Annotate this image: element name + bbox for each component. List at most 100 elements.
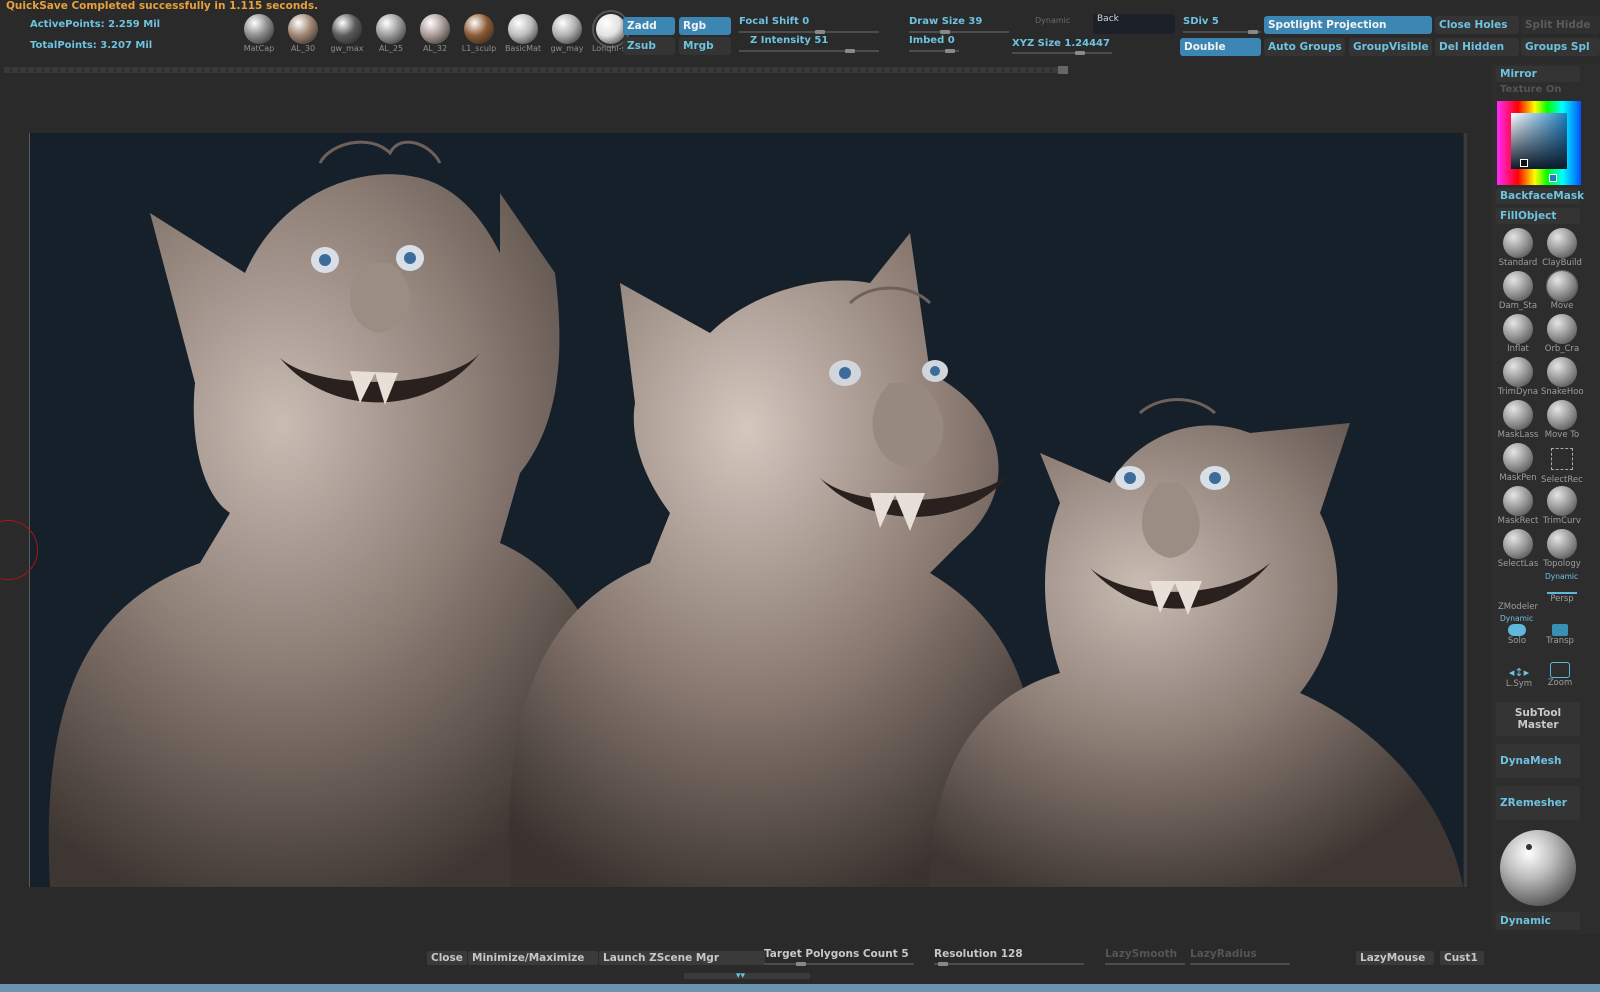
xyz-size-value[interactable]: XYZ Size 1.24447 <box>1012 38 1110 49</box>
material-0[interactable]: MatCap <box>238 14 280 53</box>
subtool-master-button[interactable]: SubTool Master <box>1496 702 1580 736</box>
material-4[interactable]: AL_32 <box>414 14 456 53</box>
material-sphere-icon <box>464 14 494 44</box>
brush-move[interactable]: Move <box>1540 270 1584 314</box>
brush-snakehoo[interactable]: SnakeHoo <box>1540 357 1584 400</box>
brush-orb-cra[interactable]: Orb_Cra <box>1540 314 1584 357</box>
focal-shift-knob[interactable] <box>815 30 825 34</box>
brush-topology[interactable]: Topology <box>1540 529 1584 572</box>
zoom-button[interactable]: Zoom <box>1542 662 1578 692</box>
brush-icon <box>1547 486 1577 516</box>
zadd-button[interactable]: Zadd <box>623 17 675 35</box>
z-intensity-track[interactable] <box>739 50 879 52</box>
lazy-smooth-track[interactable] <box>1105 963 1185 965</box>
target-polygons-slider[interactable]: Target Polygons Count 5 <box>764 948 909 960</box>
back-color-swatch[interactable]: Back <box>1093 14 1175 34</box>
brush-maskpen[interactable]: MaskPen <box>1496 443 1540 486</box>
brush-icon <box>1547 228 1577 258</box>
z-intensity-slider[interactable]: Z Intensity 51 <box>750 35 828 46</box>
resolution-slider[interactable]: Resolution 128 <box>934 948 1023 960</box>
mrgb-button[interactable]: Mrgb <box>679 37 731 55</box>
brush-zmodeler[interactable]: ZModeler <box>1496 572 1540 615</box>
bottom-edge-bar <box>0 984 1600 992</box>
sdiv-slider[interactable]: SDiv 5 <box>1183 16 1219 27</box>
material-label: AL_30 <box>290 44 316 53</box>
brush-standard[interactable]: Standard <box>1496 228 1540 271</box>
del-hidden-button[interactable]: Del Hidden <box>1435 38 1519 56</box>
minimize-maximize-button[interactable]: Minimize/Maximize <box>468 951 598 965</box>
z-intensity-knob[interactable] <box>845 49 855 53</box>
brush-icon <box>1503 314 1533 344</box>
dynamic-size-toggle[interactable]: Dynamic <box>1035 16 1070 25</box>
lazy-radius-track[interactable] <box>1190 963 1290 965</box>
brush-move-to[interactable]: Move To <box>1540 400 1584 443</box>
material-7[interactable]: gw_may <box>546 14 588 53</box>
focal-shift-track[interactable] <box>739 31 879 33</box>
transp-button[interactable]: Transp <box>1540 624 1580 650</box>
xyz-size-track[interactable] <box>1012 52 1112 54</box>
zremesher-button[interactable]: ZRemesher <box>1496 786 1580 820</box>
material-2[interactable]: gw_max <box>326 14 368 53</box>
fill-object-button[interactable]: FillObject <box>1496 208 1580 224</box>
brush-dam-sta[interactable]: Dam_Sta <box>1496 271 1540 314</box>
sdiv-knob[interactable] <box>1248 30 1258 34</box>
bottom-tray-arrow-icon[interactable]: ▾▾ <box>736 972 745 981</box>
draw-size-slider[interactable]: Draw Size 39 <box>909 16 982 27</box>
launch-zscene-mgr-button[interactable]: Launch ZScene Mgr <box>599 951 765 965</box>
lazy-smooth-slider[interactable]: LazySmooth <box>1105 948 1177 960</box>
material-6[interactable]: BasicMat <box>502 14 544 53</box>
solo-button[interactable]: Solo <box>1502 624 1532 650</box>
resolution-track[interactable] <box>934 963 1084 965</box>
xyz-size-knob[interactable] <box>1075 51 1085 55</box>
auto-groups-button[interactable]: Auto Groups <box>1264 38 1345 56</box>
brush-maskrect[interactable]: MaskRect <box>1496 486 1540 529</box>
brush-masklass[interactable]: MaskLass <box>1496 400 1540 443</box>
draw-size-knob[interactable] <box>940 30 950 34</box>
target-polygons-track[interactable] <box>764 963 914 965</box>
target-polygons-knob[interactable] <box>796 962 806 966</box>
brush-selectlas[interactable]: SelectLas <box>1496 529 1540 572</box>
hue-picker-handle[interactable] <box>1549 174 1557 182</box>
imbed-knob[interactable] <box>945 49 955 53</box>
imbed-slider[interactable]: Imbed 0 <box>909 35 955 46</box>
focal-shift-slider[interactable]: Focal Shift 0 <box>739 16 809 27</box>
rotate-sphere-icon[interactable] <box>1500 830 1576 906</box>
dynamesh-button[interactable]: DynaMesh <box>1496 744 1580 778</box>
material-1[interactable]: AL_30 <box>282 14 324 53</box>
rgb-button[interactable]: Rgb <box>679 17 731 35</box>
brush-claybuild[interactable]: ClayBuild <box>1540 228 1584 271</box>
double-button[interactable]: Double <box>1180 38 1261 56</box>
top-shelf-scrollbar[interactable] <box>4 67 1068 73</box>
material-5[interactable]: L1_sculp <box>458 14 500 53</box>
resolution-knob[interactable] <box>938 962 948 966</box>
spotlight-projection-button[interactable]: Spotlight Projection <box>1264 16 1432 34</box>
group-visible-button[interactable]: GroupVisible <box>1349 38 1432 56</box>
backface-mask-button[interactable]: BackfaceMask <box>1496 188 1584 204</box>
lazy-radius-slider[interactable]: LazyRadius <box>1190 948 1257 960</box>
viewport-canvas[interactable] <box>29 133 1463 887</box>
brush-inflat[interactable]: Inflat <box>1496 314 1540 357</box>
brush-label: MaskLass <box>1497 430 1539 440</box>
mirror-button[interactable]: Mirror <box>1496 66 1580 82</box>
draw-size-track[interactable] <box>909 31 1009 33</box>
color-picker-handle[interactable] <box>1520 159 1528 167</box>
color-picker[interactable] <box>1497 101 1581 185</box>
cust1-button[interactable]: Cust1 <box>1440 951 1484 965</box>
dynamic-perspective-button[interactable]: Dynamic <box>1496 912 1580 930</box>
brush-trimdyna[interactable]: TrimDyna <box>1496 357 1540 400</box>
zsub-button[interactable]: Zsub <box>623 37 675 55</box>
brush-trimcurv[interactable]: TrimCurv <box>1540 486 1584 529</box>
brush-icon <box>1503 357 1533 387</box>
groups-split-button[interactable]: Groups Spl <box>1521 38 1600 56</box>
texture-on-button[interactable]: Texture On <box>1500 84 1561 95</box>
bottom-tray-handle[interactable] <box>684 973 810 979</box>
lsym-button[interactable]: ◂↕▸ L.Sym <box>1500 666 1538 692</box>
split-hidden-button[interactable]: Split Hidde <box>1521 16 1600 34</box>
brush-selectrec[interactable]: SelectRec <box>1540 443 1584 486</box>
lazymouse-button[interactable]: LazyMouse <box>1356 951 1434 965</box>
bottom-tray-close-button[interactable]: Close <box>427 951 467 965</box>
top-shelf-scroll-thumb[interactable] <box>1058 66 1068 74</box>
close-holes-button[interactable]: Close Holes <box>1435 16 1519 34</box>
material-3[interactable]: AL_25 <box>370 14 412 53</box>
rotate-sphere-marker <box>1526 844 1532 850</box>
